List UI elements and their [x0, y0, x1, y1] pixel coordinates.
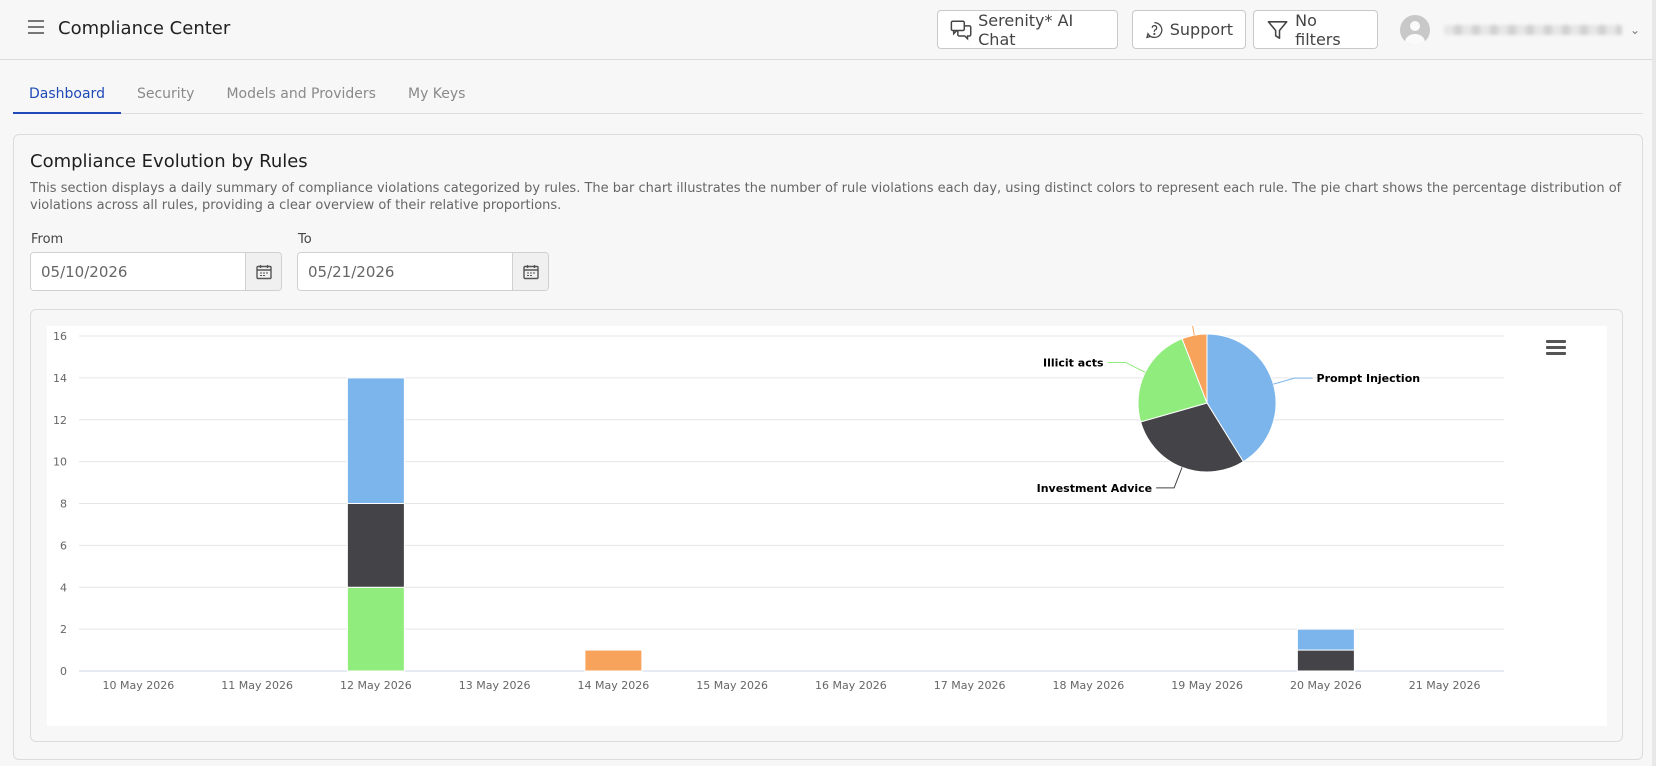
ai-chat-button[interactable]: Serenity* AI Chat	[937, 10, 1118, 49]
calendar-icon[interactable]	[245, 253, 281, 290]
pie-connector	[1107, 361, 1146, 373]
hamburger-icon[interactable]	[28, 20, 44, 34]
pie-connector	[1172, 313, 1195, 336]
from-label: From	[31, 232, 64, 247]
filters-button[interactable]: No filters	[1253, 10, 1378, 49]
support-label: Support	[1169, 20, 1233, 39]
bar-segment	[1296, 649, 1355, 672]
tab-my-keys[interactable]: My Keys	[392, 74, 482, 114]
bar-segment	[1296, 628, 1355, 651]
section-description: This section displays a daily summary of…	[30, 181, 1622, 213]
from-date-field	[30, 252, 282, 291]
x-tick-label: 14 May 2026	[578, 679, 650, 692]
avatar	[1400, 15, 1430, 45]
tab-models-and-providers[interactable]: Models and Providers	[210, 74, 392, 114]
x-tick-label: 11 May 2026	[221, 679, 293, 692]
chart-menu-icon[interactable]	[1546, 340, 1566, 356]
bar-segment	[346, 586, 405, 672]
pie-data-label: Investment Advice	[1037, 482, 1153, 495]
y-tick-label: 8	[60, 498, 67, 511]
x-tick-label: 17 May 2026	[934, 679, 1006, 692]
x-tick-label: 10 May 2026	[103, 679, 175, 692]
to-date-field	[297, 252, 549, 291]
bar-segment	[346, 503, 405, 588]
pie-connector	[1156, 467, 1183, 489]
y-tick-label: 14	[53, 372, 67, 385]
section-title: Compliance Evolution by Rules	[30, 151, 308, 172]
y-tick-label: 6	[60, 539, 67, 552]
x-tick-label: 21 May 2026	[1409, 679, 1481, 692]
support-button[interactable]: Support	[1132, 10, 1246, 49]
x-tick-label: 19 May 2026	[1171, 679, 1243, 692]
to-date-input[interactable]	[298, 253, 512, 290]
x-tick-label: 20 May 2026	[1290, 679, 1362, 692]
user-name-redacted	[1443, 25, 1622, 35]
app-header: Compliance Center Serenity* AI Chat Supp…	[0, 0, 1656, 60]
compliance-evolution-card: Compliance Evolution by Rules This secti…	[13, 134, 1643, 760]
pie-connector	[1273, 377, 1313, 385]
x-tick-label: 12 May 2026	[340, 679, 412, 692]
calendar-icon[interactable]	[512, 253, 548, 290]
x-tick-label: 13 May 2026	[459, 679, 531, 692]
bar-segment	[346, 377, 405, 504]
y-tick-label: 4	[60, 581, 67, 594]
chart-area: 0 2 4 6 8 10 12 14 16 10 May 2026 11 May 2026 12 Ma…	[47, 308, 1607, 726]
tab-bar: Dashboard Security Models and Providers …	[13, 74, 1643, 114]
to-label: To	[298, 232, 312, 247]
filters-label: No filters	[1295, 10, 1341, 49]
tab-security[interactable]: Security	[121, 74, 211, 114]
bar-segment	[584, 649, 643, 672]
y-tick-label: 2	[60, 623, 67, 636]
chat-bubbles-icon	[950, 20, 972, 41]
y-tick-label: 0	[60, 665, 67, 678]
x-tick-label: 15 May 2026	[696, 679, 768, 692]
ai-chat-label: Serenity* AI Chat	[978, 10, 1074, 49]
app-title: Compliance Center	[58, 18, 231, 39]
tab-dashboard[interactable]: Dashboard	[13, 74, 121, 114]
y-tick-label: 12	[53, 414, 67, 427]
from-date-input[interactable]	[31, 253, 245, 290]
x-tick-label: 16 May 2026	[815, 679, 887, 692]
funnel-icon	[1267, 20, 1288, 39]
chart-container: 0 2 4 6 8 10 12 14 16 10 May 2026 11 May 2026 12 Ma…	[30, 308, 1623, 742]
page-scrollbar[interactable]	[1652, 0, 1656, 766]
pie-data-label: Illicit acts	[1043, 356, 1104, 369]
x-tick-label: 18 May 2026	[1053, 679, 1125, 692]
y-tick-label: 16	[53, 330, 67, 343]
y-tick-label: 10	[53, 456, 67, 469]
help-circle-icon	[1146, 21, 1163, 38]
user-menu[interactable]: ⌄	[1400, 14, 1640, 46]
chevron-down-icon: ⌄	[1629, 23, 1640, 37]
pie-data-label: Prompt Injection	[1317, 372, 1421, 385]
compliance-chart: 0 2 4 6 8 10 12 14 16 10 May 2026 11 May 2026 12 Ma…	[53, 308, 1504, 692]
